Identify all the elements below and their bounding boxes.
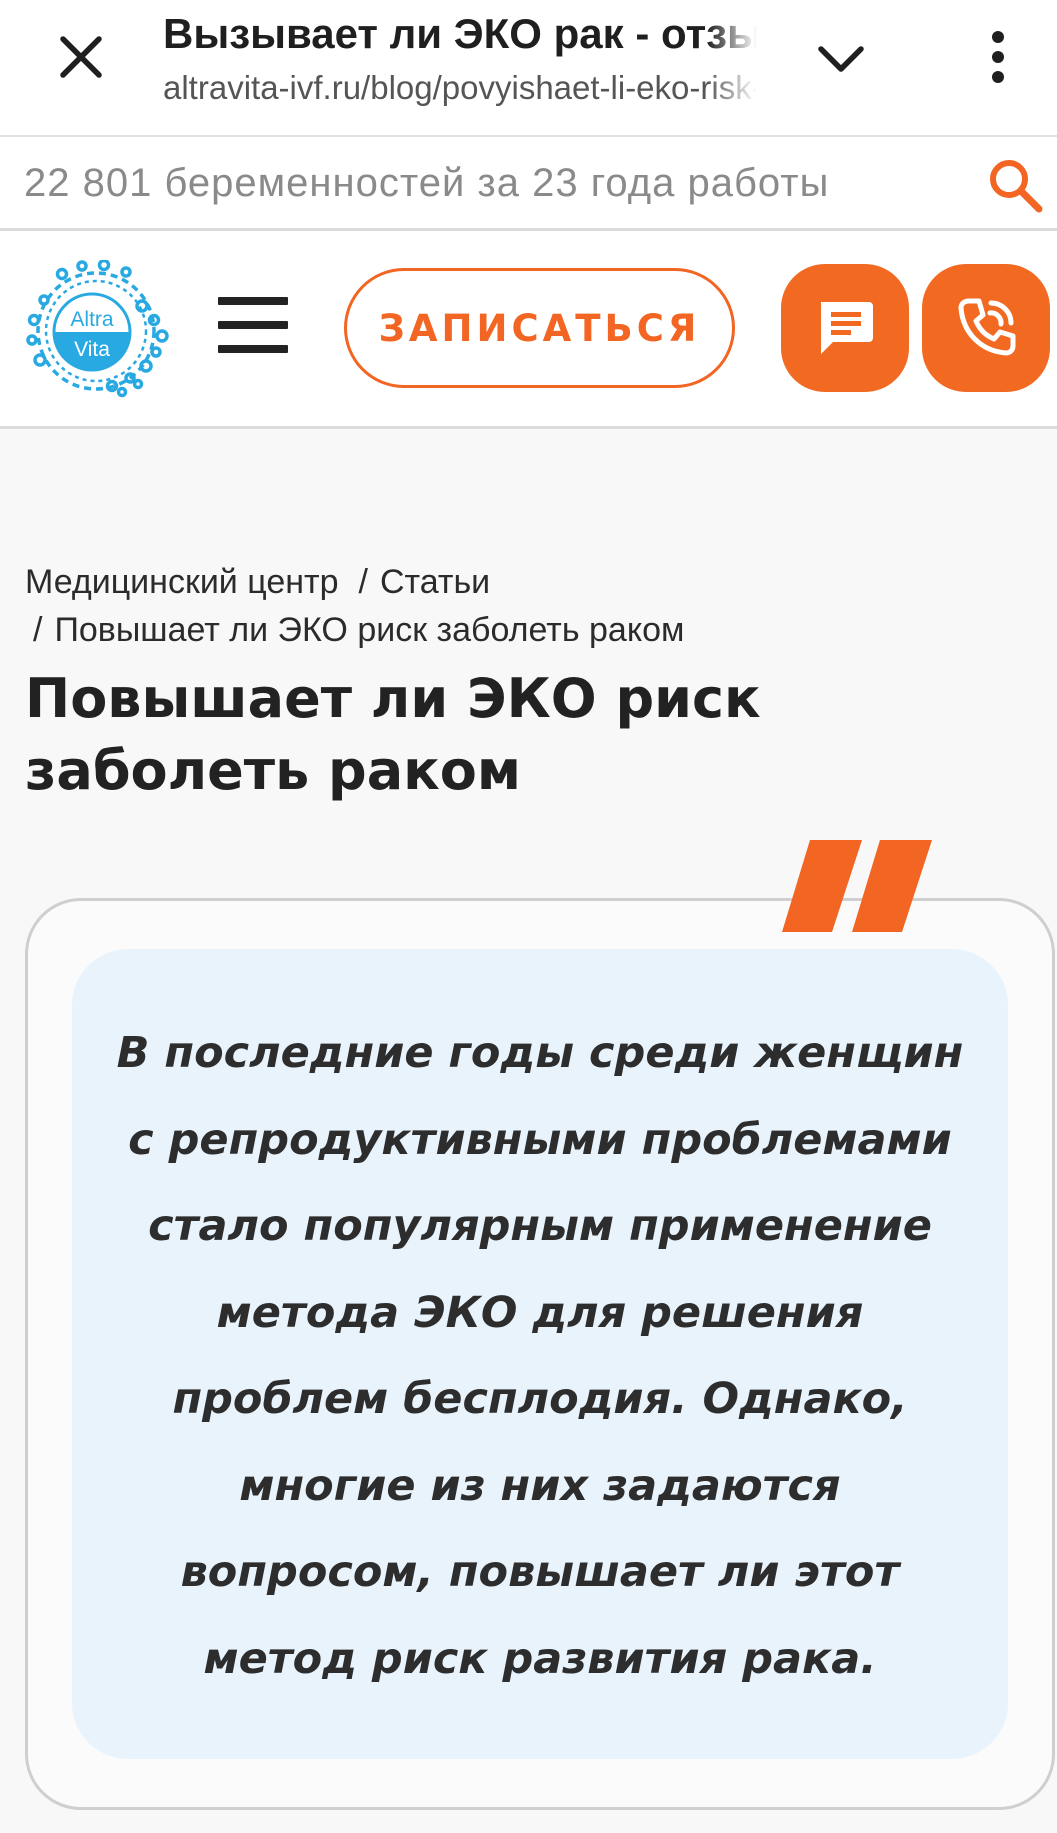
tab-title: Вызывает ли ЭКО рак - отзывы (163, 10, 757, 57)
breadcrumb-link-home[interactable]: Медицинский центр (25, 563, 339, 601)
expand-button[interactable] (810, 28, 872, 90)
breadcrumb: Медицинский центр / Статьи / Повышает ли ЭК… (25, 558, 1025, 654)
signup-button[interactable]: ЗАПИСАТЬСЯ (344, 268, 735, 388)
tab-info[interactable]: Вызывает ли ЭКО рак - отзывы altravita-i… (163, 8, 757, 110)
tab-url: altravita-ivf.ru/blog/povyishaet-li-eko-… (163, 69, 757, 106)
phone-call-icon (958, 298, 1016, 356)
hamburger-icon (218, 297, 288, 305)
breadcrumb-separator: / (358, 563, 368, 601)
more-options-button[interactable] (968, 22, 1028, 92)
page-title: Повышает ли ЭКО риск заболеть раком (25, 667, 761, 802)
breadcrumb-current: Повышает ли ЭКО риск заболеть раком (54, 611, 685, 649)
breadcrumb-separator: / (33, 611, 43, 649)
chat-icon (821, 302, 873, 354)
quote-text: В последние годы среди женщин с репродук… (116, 1028, 964, 1684)
altravita-logo[interactable]: Altra Vita (22, 260, 174, 398)
quote-mark-icon (782, 840, 932, 932)
search-input[interactable] (24, 151, 964, 215)
search-icon[interactable] (985, 155, 1045, 215)
title-fade (707, 8, 757, 110)
breadcrumb-line-1: Медицинский центр / Статьи (25, 558, 1025, 606)
chat-button[interactable] (781, 264, 909, 392)
logo-text-altra: Altra (70, 308, 114, 331)
site-header: Altra Vita ЗАПИСАТЬСЯ (0, 231, 1057, 429)
close-tab-button[interactable] (50, 26, 112, 88)
hamburger-menu-button[interactable] (218, 297, 288, 353)
close-icon (60, 36, 102, 78)
hamburger-icon-bar (218, 345, 288, 353)
breadcrumb-link-articles[interactable]: Статьи (380, 563, 490, 601)
browser-toolbar: Вызывает ли ЭКО рак - отзывы altravita-i… (0, 0, 1057, 137)
breadcrumb-line-2: / Повышает ли ЭКО риск заболеть раком (33, 606, 1025, 654)
chevron-down-icon (818, 46, 864, 72)
logo-text-vita: Vita (74, 338, 110, 361)
more-vert-icon (992, 31, 1004, 83)
site-search-bar (0, 137, 1057, 231)
hamburger-icon-bar (218, 321, 288, 329)
call-button[interactable] (922, 264, 1050, 392)
